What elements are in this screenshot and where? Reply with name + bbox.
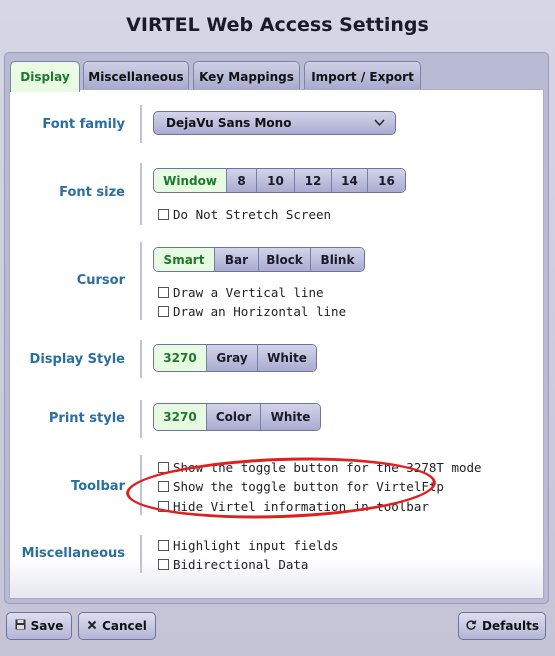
- horizontal-line-label: Draw an Horizontal line: [173, 304, 347, 319]
- highlight-input-checkbox[interactable]: Highlight input fields: [158, 538, 339, 553]
- checkbox-box[interactable]: [158, 481, 169, 492]
- cursor-label: Cursor: [76, 273, 125, 288]
- checkbox-box[interactable]: [158, 540, 169, 551]
- bidirectional-data-label: Bidirectional Data: [173, 557, 309, 572]
- separator: [140, 163, 142, 225]
- miscellaneous-label: Miscellaneous: [21, 546, 125, 561]
- toggle-virtelftp-label: Show the toggle button for VirtelFtp: [173, 479, 444, 494]
- cursor-blink-button[interactable]: Blink: [310, 248, 364, 271]
- cancel-button[interactable]: Cancel: [78, 612, 156, 640]
- hide-virtel-info-checkbox[interactable]: Hide Virtel information in toolbar: [158, 499, 429, 514]
- close-icon: [87, 620, 97, 633]
- print-style-label: Print style: [48, 411, 125, 426]
- tab-miscellaneous[interactable]: Miscellaneous: [83, 61, 189, 91]
- toggle-virtelftp-checkbox[interactable]: Show the toggle button for VirtelFtp: [158, 479, 444, 494]
- toggle-3278t-label: Show the toggle button for the 3278T mod…: [173, 460, 482, 475]
- checkbox-box[interactable]: [158, 306, 169, 317]
- defaults-button[interactable]: Defaults: [458, 612, 546, 640]
- bidirectional-data-checkbox[interactable]: Bidirectional Data: [158, 557, 308, 572]
- font-size-16-button[interactable]: 16: [367, 169, 405, 192]
- separator: [140, 400, 142, 438]
- hide-virtel-info-label: Hide Virtel information in toolbar: [173, 499, 429, 514]
- toggle-3278t-checkbox[interactable]: Show the toggle button for the 3278T mod…: [158, 460, 482, 475]
- tab-import-export[interactable]: Import / Export: [304, 61, 421, 91]
- font-family-label: Font family: [42, 117, 125, 132]
- reset-icon: [465, 619, 477, 634]
- cursor-selector: Smart Bar Block Blink: [153, 247, 365, 272]
- font-family-value: DejaVu Sans Mono: [166, 116, 292, 130]
- save-label: Save: [30, 619, 64, 633]
- toolbar-label: Toolbar: [71, 479, 125, 494]
- checkbox-box[interactable]: [158, 501, 169, 512]
- print-style-3270-button[interactable]: 3270: [154, 404, 206, 430]
- cursor-block-button[interactable]: Block: [258, 248, 310, 271]
- separator: [140, 105, 142, 143]
- separator: [140, 340, 142, 378]
- print-style-white-button[interactable]: White: [260, 404, 320, 430]
- print-style-color-button[interactable]: Color: [206, 404, 260, 430]
- highlight-input-label: Highlight input fields: [173, 538, 339, 553]
- separator: [140, 242, 142, 320]
- font-size-window-button[interactable]: Window: [154, 169, 226, 192]
- font-size-label: Font size: [59, 185, 125, 200]
- font-size-selector: Window 8 10 12 14 16: [153, 168, 406, 193]
- defaults-label: Defaults: [482, 619, 539, 633]
- separator: [140, 455, 142, 515]
- print-style-selector: 3270 Color White: [153, 403, 321, 431]
- chevron-down-icon: [373, 116, 386, 132]
- horizontal-line-checkbox[interactable]: Draw an Horizontal line: [158, 304, 346, 319]
- do-not-stretch-label: Do Not Stretch Screen: [173, 207, 332, 222]
- checkbox-box[interactable]: [158, 209, 169, 220]
- display-style-white-button[interactable]: White: [257, 345, 316, 371]
- font-size-12-button[interactable]: 12: [294, 169, 331, 192]
- do-not-stretch-checkbox[interactable]: Do Not Stretch Screen: [158, 207, 331, 222]
- display-style-3270-button[interactable]: 3270: [154, 345, 206, 371]
- checkbox-box[interactable]: [158, 287, 169, 298]
- cursor-bar-button[interactable]: Bar: [214, 248, 258, 271]
- display-style-label: Display Style: [29, 352, 125, 367]
- floppy-disk-icon: [15, 619, 26, 633]
- font-size-14-button[interactable]: 14: [331, 169, 367, 192]
- cursor-smart-button[interactable]: Smart: [154, 248, 214, 271]
- window-title: VIRTEL Web Access Settings: [126, 14, 429, 36]
- font-size-8-button[interactable]: 8: [226, 169, 256, 192]
- separator: [140, 535, 142, 573]
- font-family-select[interactable]: DejaVu Sans Mono: [153, 111, 396, 135]
- font-size-10-button[interactable]: 10: [256, 169, 294, 192]
- display-style-gray-button[interactable]: Gray: [206, 345, 257, 371]
- checkbox-box[interactable]: [158, 559, 169, 570]
- checkbox-box[interactable]: [158, 462, 169, 473]
- save-button[interactable]: Save: [6, 612, 72, 640]
- vertical-line-checkbox[interactable]: Draw a Vertical line: [158, 285, 324, 300]
- tab-key-mappings[interactable]: Key Mappings: [193, 61, 300, 91]
- cancel-label: Cancel: [102, 619, 147, 633]
- display-style-selector: 3270 Gray White: [153, 344, 317, 372]
- tab-display[interactable]: Display: [10, 61, 80, 92]
- vertical-line-label: Draw a Vertical line: [173, 285, 324, 300]
